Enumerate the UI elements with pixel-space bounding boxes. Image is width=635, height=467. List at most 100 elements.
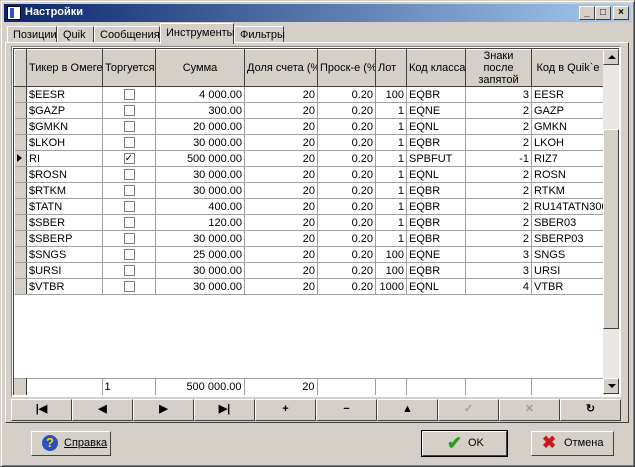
cell-lot[interactable]: 1 — [375, 214, 407, 231]
cell-decimals[interactable]: 2 — [465, 230, 532, 247]
minimize-button[interactable]: _ — [579, 6, 595, 20]
cell-traded[interactable] — [102, 166, 156, 183]
cell-class-code[interactable]: EQBR — [406, 262, 466, 279]
prior-record-button[interactable]: ◀ — [72, 399, 133, 421]
traded-checkbox[interactable] — [123, 201, 135, 213]
table-row[interactable]: $SBERP 30 000.00 20 0.20 1 EQBR 2 SBERP03 — [14, 230, 605, 247]
cell-lot[interactable]: 1 — [375, 166, 407, 183]
col-header-lot[interactable]: Лот — [375, 49, 407, 87]
cell-share[interactable]: 20 — [244, 118, 318, 135]
help-button[interactable]: ? Справка — [31, 431, 111, 456]
cell-lot[interactable]: 1 — [375, 182, 407, 199]
cell-traded[interactable] — [102, 214, 156, 231]
cell-lot[interactable]: 1 — [375, 118, 407, 135]
cell-class-code[interactable]: EQBR — [406, 198, 466, 215]
cell-sum[interactable]: 30 000.00 — [155, 182, 245, 199]
cell-decimals[interactable]: 2 — [465, 134, 532, 151]
traded-checkbox[interactable] — [123, 137, 135, 149]
col-header-slippage[interactable]: Проск-е (%) — [317, 49, 376, 87]
maximize-button[interactable]: □ — [595, 6, 611, 20]
cell-quik-code[interactable]: SBERP03 — [531, 230, 605, 247]
cell-sum[interactable]: 400.00 — [155, 198, 245, 215]
cell-ticker[interactable]: $TATN — [26, 198, 103, 215]
table-row[interactable]: $ROSN 30 000.00 20 0.20 1 EQNL 2 ROSN — [14, 166, 605, 183]
cell-sum[interactable]: 4 000.00 — [155, 86, 245, 103]
cell-lot[interactable]: 100 — [375, 246, 407, 263]
cell-slippage[interactable]: 0.20 — [317, 278, 376, 295]
cell-slippage[interactable]: 0.20 — [317, 102, 376, 119]
col-header-traded[interactable]: Торгуется — [102, 49, 156, 87]
cell-slippage[interactable]: 0.20 — [317, 198, 376, 215]
cell-quik-code[interactable]: RTKM — [531, 182, 605, 199]
close-button[interactable]: × — [613, 6, 629, 20]
cell-traded[interactable] — [102, 246, 156, 263]
traded-checkbox[interactable] — [123, 121, 135, 133]
table-row[interactable]: RI ✓ 500 000.00 20 0.20 1 SPBFUT -1 RIZ7 — [14, 150, 605, 167]
cell-sum[interactable]: 30 000.00 — [155, 262, 245, 279]
ok-button[interactable]: ✔ OK — [421, 430, 508, 457]
tab-filters[interactable]: Фильтры — [234, 26, 285, 43]
traded-checkbox[interactable] — [123, 185, 135, 197]
traded-checkbox[interactable] — [123, 169, 135, 181]
tab-positions[interactable]: Позиции — [7, 26, 57, 43]
col-header-sum[interactable]: Сумма — [155, 49, 245, 87]
cell-share[interactable]: 20 — [244, 278, 318, 295]
edit-record-button[interactable]: ▲ — [377, 399, 438, 421]
cell-ticker[interactable]: $GAZP — [26, 102, 103, 119]
refresh-button[interactable]: ↻ — [560, 399, 621, 421]
cell-share[interactable]: 20 — [244, 230, 318, 247]
cell-decimals[interactable]: 2 — [465, 182, 532, 199]
cell-class-code[interactable]: EQBR — [406, 230, 466, 247]
cell-class-code[interactable]: EQBR — [406, 86, 466, 103]
cell-traded[interactable] — [102, 182, 156, 199]
next-record-button[interactable]: ▶ — [133, 399, 194, 421]
cell-sum[interactable]: 20 000.00 — [155, 118, 245, 135]
col-header-decimals[interactable]: Знаки после запятой — [465, 49, 532, 87]
cell-quik-code[interactable]: RU14TATN3006 — [531, 198, 605, 215]
cell-ticker[interactable]: $URSI — [26, 262, 103, 279]
traded-checkbox[interactable] — [123, 217, 135, 229]
cell-quik-code[interactable]: GMKN — [531, 118, 605, 135]
cell-class-code[interactable]: SPBFUT — [406, 150, 466, 167]
cell-share[interactable]: 20 — [244, 86, 318, 103]
cell-decimals[interactable]: 2 — [465, 214, 532, 231]
insert-record-button[interactable]: + — [255, 399, 316, 421]
tab-instruments[interactable]: Инструменты — [160, 23, 235, 44]
cell-slippage[interactable]: 0.20 — [317, 262, 376, 279]
cell-traded[interactable] — [102, 118, 156, 135]
title-bar[interactable]: Настройки _ □ × — [4, 4, 631, 22]
cell-lot[interactable]: 1 — [375, 102, 407, 119]
cell-traded[interactable] — [102, 230, 156, 247]
cell-quik-code[interactable]: SBER03 — [531, 214, 605, 231]
cell-slippage[interactable]: 0.20 — [317, 118, 376, 135]
cell-decimals[interactable]: 2 — [465, 102, 532, 119]
cell-sum[interactable]: 120.00 — [155, 214, 245, 231]
cell-ticker[interactable]: $LKOH — [26, 134, 103, 151]
cell-ticker[interactable]: $SNGS — [26, 246, 103, 263]
table-row[interactable]: $RTKM 30 000.00 20 0.20 1 EQBR 2 RTKM — [14, 182, 605, 199]
cell-slippage[interactable]: 0.20 — [317, 182, 376, 199]
cell-class-code[interactable]: EQNE — [406, 102, 466, 119]
cell-sum[interactable]: 30 000.00 — [155, 278, 245, 295]
delete-record-button[interactable]: − — [316, 399, 377, 421]
col-header-share[interactable]: Доля счета (%) — [244, 49, 318, 87]
cell-lot[interactable]: 1 — [375, 134, 407, 151]
cell-share[interactable]: 20 — [244, 246, 318, 263]
cell-decimals[interactable]: 4 — [465, 278, 532, 295]
tab-quik[interactable]: Quik — [57, 26, 94, 43]
table-row[interactable]: $TATN 400.00200.201EQBR2RU14TATN3006 — [14, 198, 605, 215]
vertical-scrollbar[interactable] — [603, 49, 619, 394]
traded-checkbox[interactable]: ✓ — [123, 153, 135, 165]
cell-traded[interactable] — [102, 198, 156, 215]
cell-quik-code[interactable]: RIZ7 — [531, 150, 605, 167]
cell-quik-code[interactable]: GAZP — [531, 102, 605, 119]
cell-class-code[interactable]: EQNL — [406, 118, 466, 135]
table-row[interactable]: $GAZP 300.00 20 0.20 1 EQNE 2 GAZP — [14, 102, 605, 119]
cell-slippage[interactable]: 0.20 — [317, 166, 376, 183]
last-record-button[interactable]: ▶| — [194, 399, 255, 421]
cell-slippage[interactable]: 0.20 — [317, 214, 376, 231]
cell-decimals[interactable]: 3 — [465, 86, 532, 103]
scroll-thumb[interactable] — [603, 129, 619, 329]
table-row[interactable]: $SBER 120.00 20 0.20 1 EQBR 2 SBER03 — [14, 214, 605, 231]
cell-slippage[interactable]: 0.20 — [317, 230, 376, 247]
